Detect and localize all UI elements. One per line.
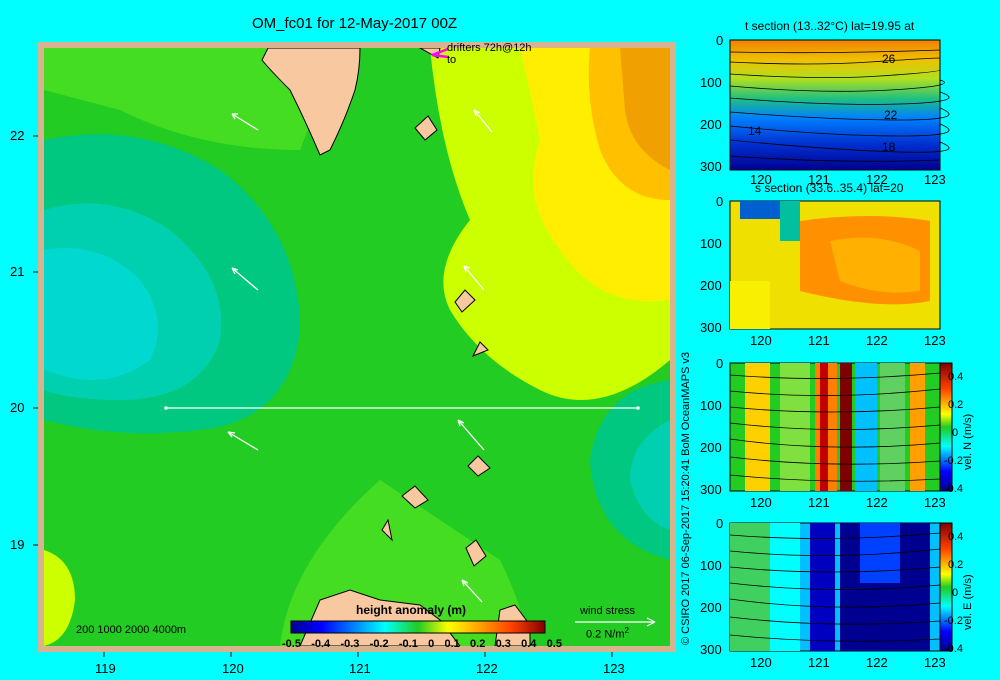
panel-title: t section (13..32°C) lat=19.95 at [745, 19, 915, 33]
panel-y-tick: 100 [700, 398, 722, 413]
cbar-tick: -0.2 [944, 455, 963, 467]
wind-stress-value: 0.2 N/m2 [586, 626, 629, 641]
contour-label: 26 [882, 52, 896, 66]
vel-north-section-panel[interactable] [729, 362, 941, 492]
cbar-tick: -0.2 [944, 615, 963, 627]
panel-x-tick: 121 [808, 655, 830, 670]
panel-y-tick: 300 [700, 159, 722, 174]
credits: © CSIRO 2017 06-Sep-2017 15:20:41 BoM Oc… [680, 351, 692, 645]
cbar-tick: 0.5 [546, 638, 562, 650]
cbar-tick: -0.4 [311, 638, 331, 650]
colorbar-title: height anomaly (m) [356, 603, 467, 617]
cbar-tick: 0 [428, 638, 435, 650]
vel-east-section-panel[interactable] [729, 522, 941, 652]
cbar-tick: 0.2 [948, 559, 964, 571]
panel-x-tick: 122 [866, 172, 888, 187]
cbar-label: vel. E (m/s) [962, 574, 974, 630]
cbar-tick: -0.1 [398, 638, 418, 650]
cbar-tick: -0.2 [369, 638, 389, 650]
panel-x-tick: 121 [808, 495, 830, 510]
height-colorbar [290, 620, 546, 634]
cbar-tick: 0.2 [470, 638, 486, 650]
panel-y-tick: 0 [716, 516, 724, 531]
x-tick: 121 [349, 661, 371, 676]
y-tick: 22 [10, 128, 25, 143]
drifters-to-label: to [447, 54, 457, 66]
cbar-tick: 0 [952, 587, 959, 599]
y-tick: 20 [10, 400, 25, 415]
panel-y-tick: 200 [700, 600, 722, 615]
panel-y-tick: 100 [700, 236, 722, 251]
y-tick: 21 [10, 264, 25, 279]
panel-x-tick: 123 [924, 333, 946, 348]
panel-x-tick: 120 [750, 333, 772, 348]
cbar-tick: 0.4 [948, 531, 964, 543]
panel-y-tick: 0 [716, 33, 724, 48]
cbar-tick: 0.1 [444, 638, 460, 650]
panel-x-tick: 122 [866, 655, 888, 670]
panel-x-tick: 121 [808, 333, 830, 348]
cbar-tick: 0 [952, 427, 959, 439]
salinity-section-panel[interactable] [729, 200, 941, 330]
colorbar-ticks: -0.5 -0.4 -0.3 -0.2 -0.1 0 0.1 0.2 0.3 0… [282, 638, 562, 650]
cbar-tick: 0.4 [948, 371, 964, 383]
x-tick: 122 [476, 661, 498, 676]
panel-y-tick: 200 [700, 278, 722, 293]
panel-y-tick: 300 [700, 320, 722, 335]
panel-y-tick: 200 [700, 440, 722, 455]
y-tick: 19 [10, 537, 25, 552]
panel-x-tick: 120 [750, 655, 772, 670]
panel-x-tick: 120 [750, 495, 772, 510]
depth-legend: 200 1000 2000 4000m [76, 624, 187, 636]
cbar-label: vel. N (m/s) [962, 413, 974, 470]
cbar-tick: -0.4 [944, 643, 963, 655]
x-tick: 123 [603, 661, 625, 676]
panel-x-tick: 122 [866, 333, 888, 348]
x-tick: 120 [222, 661, 244, 676]
panel-x-tick: 123 [924, 172, 946, 187]
panel-x-tick: 123 [924, 495, 946, 510]
cbar-tick: 0.4 [521, 638, 537, 650]
cbar-tick: -0.5 [282, 638, 301, 650]
panel-y-tick: 100 [700, 558, 722, 573]
temperature-section-panel[interactable] [729, 39, 950, 171]
panel-x-tick: 123 [924, 655, 946, 670]
panel-y-tick: 200 [700, 117, 722, 132]
contour-label: 22 [884, 108, 898, 122]
contour-label: 14 [748, 124, 762, 138]
wind-stress-label: wind stress [580, 605, 636, 617]
cbar-tick: 0.3 [495, 638, 511, 650]
cbar-tick: -0.4 [944, 483, 963, 495]
panel-y-tick: 0 [716, 356, 724, 371]
panel-x-tick: 120 [750, 172, 772, 187]
drifters-label: drifters 72h@12h [447, 42, 532, 54]
panel-y-tick: 300 [700, 482, 722, 497]
panel-x-tick: 121 [808, 172, 830, 187]
panel-x-tick: 122 [866, 495, 888, 510]
x-tick: 119 [95, 661, 116, 676]
panel-y-tick: 0 [716, 194, 724, 209]
contour-label: 18 [882, 140, 896, 154]
panel-y-tick: 100 [700, 75, 722, 90]
cbar-tick: 0.2 [948, 399, 964, 411]
cbar-tick: -0.3 [340, 638, 360, 650]
panel-y-tick: 300 [700, 642, 722, 657]
